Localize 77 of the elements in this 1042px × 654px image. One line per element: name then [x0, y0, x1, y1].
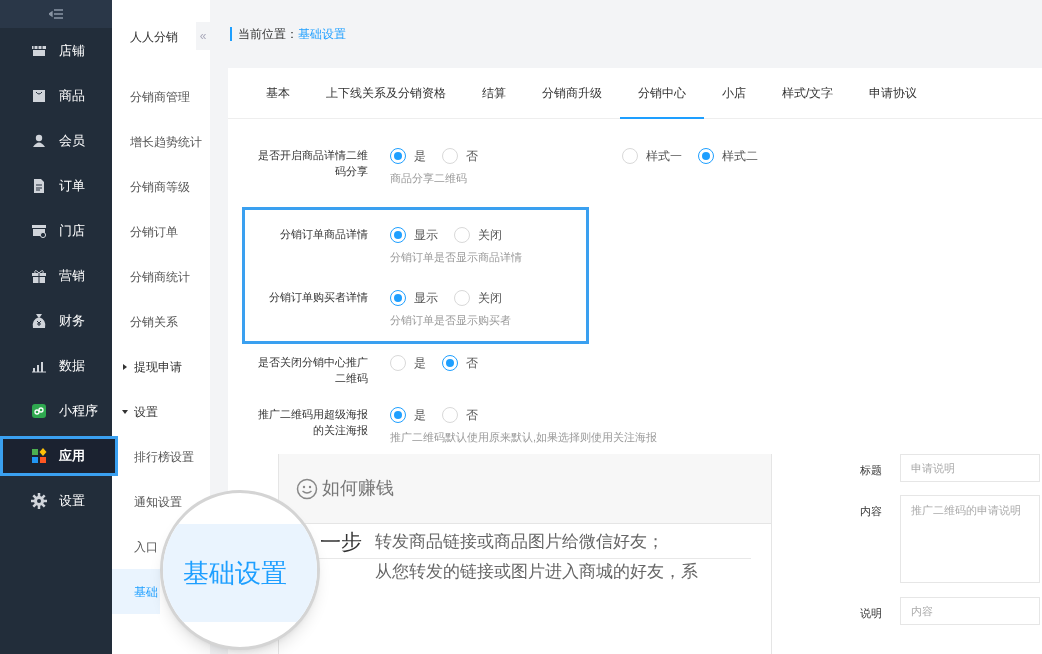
subnav-item[interactable]: 排行榜设置	[134, 447, 194, 466]
radio-option[interactable]: 显示	[390, 225, 438, 244]
radio-option[interactable]: 关闭	[454, 289, 502, 307]
smiley-icon	[296, 477, 318, 500]
money-bag-icon	[31, 312, 47, 329]
caret-icon	[122, 363, 128, 370]
app-grid-icon	[31, 447, 47, 464]
setting-label: 分销订单商品详情	[279, 226, 368, 242]
setting-label: 是否开启商品详情二维码分享	[257, 148, 368, 179]
input-field[interactable]: 内容	[900, 597, 1040, 625]
subnav-item[interactable]: 增长趋势统计	[130, 132, 202, 151]
subnav-group[interactable]: 提现申请	[112, 344, 210, 389]
section-title: 人人分销	[130, 29, 178, 46]
sidebar-item[interactable]: 应用	[0, 435, 118, 476]
sidebar-item[interactable]: 数据	[0, 343, 112, 388]
tab[interactable]: 分销商升级	[524, 68, 620, 119]
user-icon	[31, 132, 47, 149]
collapse-menu-icon[interactable]	[49, 9, 63, 19]
radio-option[interactable]: 是	[390, 353, 426, 372]
sidebar-item[interactable]: 会员	[0, 118, 112, 163]
sidebar-item[interactable]: 营销	[0, 253, 112, 298]
preview-title: 如何赚钱	[322, 477, 394, 500]
step-text: 转发商品链接或商品图片给微信好友；	[375, 531, 664, 553]
radio-option[interactable]: 样式一	[622, 147, 682, 165]
subnav-item[interactable]: 分销商统计	[130, 267, 190, 286]
radio-option[interactable]: 样式二	[698, 147, 758, 165]
document-icon	[31, 177, 47, 194]
hint-text: 分销订单是否显示商品详情	[390, 249, 522, 265]
textarea-field[interactable]: 推广二维码的申请说明	[900, 495, 1040, 583]
hint-text: 推广二维码默认使用原来默认,如果选择则使用关注海报	[390, 429, 658, 445]
subnav-item[interactable]: 入口	[134, 537, 158, 556]
field-label: 内容	[860, 504, 883, 519]
sidebar-item[interactable]: 商品	[0, 73, 112, 118]
setting-label: 是否关闭分销中心推广二维码	[257, 354, 368, 386]
subnav-item[interactable]: 分销订单	[130, 222, 178, 241]
sidebar-item[interactable]: 财务	[0, 298, 112, 343]
magnified-text: 基础设置	[183, 556, 288, 590]
input-field[interactable]: 申请说明	[900, 454, 1040, 482]
bag-icon	[31, 87, 47, 104]
radio-option[interactable]: 否	[442, 353, 478, 372]
radio-option[interactable]: 是	[390, 147, 426, 165]
subnav-item[interactable]: 通知设置	[134, 492, 182, 511]
sidebar-item[interactable]: 小程序	[0, 388, 112, 433]
radio-option[interactable]: 否	[442, 405, 478, 424]
sidebar-item[interactable]: 店铺	[0, 28, 112, 73]
field-label: 标题	[860, 463, 883, 478]
subnav-item[interactable]: 分销商管理	[130, 87, 190, 106]
setting-label: 推广二维码用超级海报的关注海报	[257, 406, 368, 438]
tab[interactable]: 样式/文字	[764, 68, 852, 119]
tab[interactable]: 基本	[248, 68, 308, 119]
tab[interactable]: 分销中心	[620, 68, 704, 119]
subnav-item[interactable]: 分销关系	[130, 312, 178, 331]
radio-option[interactable]: 显示	[390, 289, 438, 307]
step-text: 从您转发的链接或图片进入商城的好友，系	[375, 560, 698, 583]
tab[interactable]: 小店	[704, 68, 764, 119]
radio-option[interactable]: 关闭	[454, 225, 502, 244]
hint-text: 商品分享二维码	[390, 171, 468, 186]
radio-option[interactable]: 是	[390, 405, 426, 424]
gift-icon	[31, 267, 47, 284]
sidebar-item[interactable]: 门店	[0, 208, 112, 253]
tab[interactable]: 结算	[464, 68, 524, 119]
tab[interactable]: 申请协议	[851, 68, 936, 119]
subnav-group[interactable]: 设置	[112, 389, 210, 434]
radio-option[interactable]: 否	[442, 147, 478, 165]
field-label: 说明	[860, 606, 883, 621]
mini-program-icon	[31, 402, 47, 419]
caret-icon	[122, 408, 128, 415]
shop-icon	[31, 222, 47, 239]
sidebar-item[interactable]: 订单	[0, 163, 112, 208]
sidebar-item[interactable]: 设置	[0, 478, 112, 523]
step-label: 一步	[319, 529, 363, 555]
subnav-item[interactable]: 分销商等级	[130, 177, 190, 196]
tab[interactable]: 上下线关系及分销资格	[308, 68, 464, 119]
setting-label: 分销订单购买者详情	[268, 290, 368, 305]
settings-icon	[31, 492, 47, 509]
breadcrumb-label: 当前位置：	[238, 26, 298, 43]
hint-text: 分销订单是否显示购买者	[390, 313, 512, 328]
